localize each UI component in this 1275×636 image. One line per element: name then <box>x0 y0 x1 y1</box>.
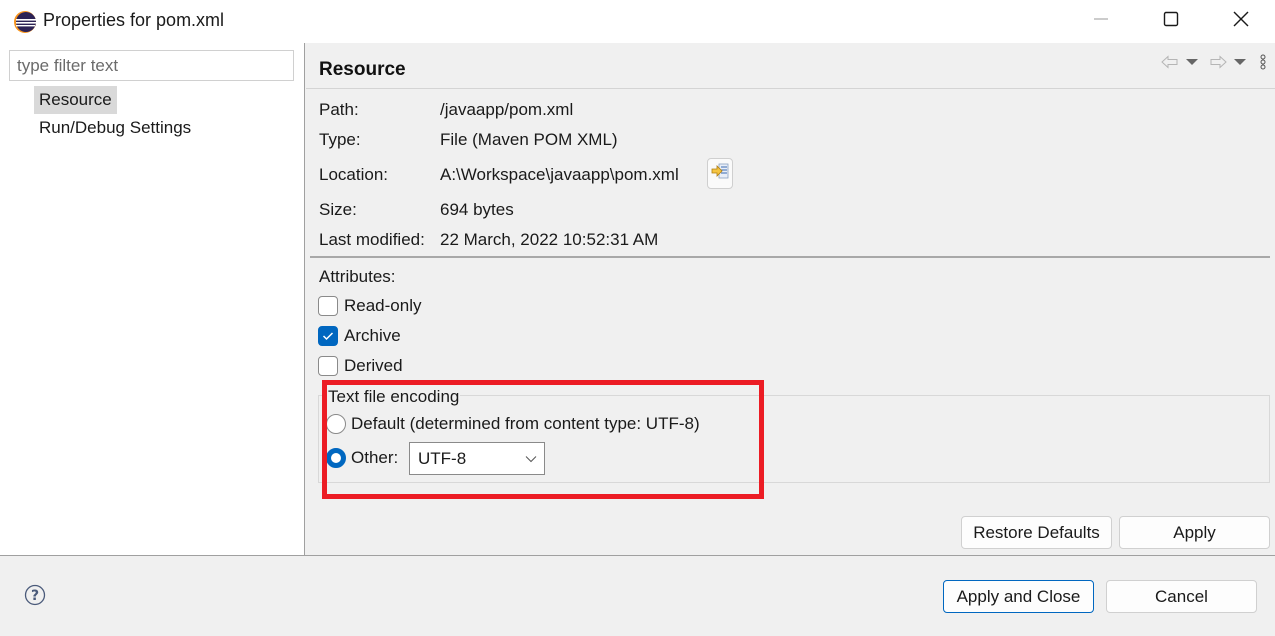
size-value: 694 bytes <box>440 200 514 219</box>
back-arrow-icon[interactable] <box>1161 55 1179 69</box>
restore-defaults-button[interactable]: Restore Defaults <box>961 516 1112 549</box>
attributes-label: Attributes: <box>319 267 396 286</box>
info-separator <box>310 256 1270 258</box>
default-encoding-radio-row[interactable]: Default (determined from content type: U… <box>326 414 700 434</box>
page-navigation-toolbar <box>1161 51 1267 73</box>
archive-checkbox-row[interactable]: Archive <box>318 324 401 348</box>
path-value: /javaapp/pom.xml <box>440 100 574 119</box>
help-icon[interactable]: ? <box>24 584 46 606</box>
archive-label: Archive <box>344 326 401 345</box>
back-dropdown-icon[interactable] <box>1185 57 1199 67</box>
other-encoding-label: Other: <box>351 448 399 467</box>
apply-button[interactable]: Apply <box>1119 516 1270 549</box>
encoding-select[interactable]: UTF-8 <box>409 442 545 475</box>
read-only-checkbox-row[interactable]: Read-only <box>318 294 422 318</box>
minimize-button[interactable] <box>1066 0 1136 43</box>
title-bar: Properties for pom.xml <box>0 0 1275 43</box>
last-modified-value: 22 March, 2022 10:52:31 AM <box>440 230 659 249</box>
read-only-checkbox[interactable] <box>318 296 338 316</box>
show-in-system-explorer-button[interactable] <box>707 158 733 189</box>
type-value: File (Maven POM XML) <box>440 130 618 149</box>
default-encoding-radio[interactable] <box>326 414 346 434</box>
derived-label: Derived <box>344 356 403 375</box>
forward-dropdown-icon[interactable] <box>1233 57 1247 67</box>
header-separator <box>306 88 1275 89</box>
archive-checkbox[interactable] <box>318 326 338 346</box>
checkmark-icon <box>322 332 334 341</box>
read-only-label: Read-only <box>344 296 422 315</box>
derived-checkbox[interactable] <box>318 356 338 376</box>
svg-text:?: ? <box>31 588 39 604</box>
tree-item-run-debug-settings[interactable]: Run/Debug Settings <box>34 114 196 142</box>
property-page: Resource Path: /javaapp/pom.xml Type: Fi… <box>306 43 1275 555</box>
page-title: Resource <box>319 59 406 80</box>
other-encoding-radio-row[interactable]: Other: <box>326 448 398 468</box>
path-label: Path: <box>319 100 359 119</box>
apply-and-close-button[interactable]: Apply and Close <box>943 580 1094 613</box>
maximize-icon <box>1163 11 1179 32</box>
minimize-icon <box>1093 11 1109 32</box>
more-vertical-icon[interactable] <box>1259 54 1267 70</box>
location-label: Location: <box>319 165 388 184</box>
encoding-select-value: UTF-8 <box>418 448 467 468</box>
close-button[interactable] <box>1206 0 1275 43</box>
text-file-encoding-legend: Text file encoding <box>327 387 461 407</box>
tree-item-resource[interactable]: Resource <box>34 86 117 114</box>
chevron-down-icon[interactable] <box>518 443 544 474</box>
type-label: Type: <box>319 130 361 149</box>
open-in-explorer-icon <box>711 163 729 184</box>
size-label: Size: <box>319 200 357 219</box>
eclipse-icon <box>13 10 37 34</box>
preference-tree-pane: Resource Run/Debug Settings <box>0 43 305 555</box>
close-icon <box>1233 11 1249 32</box>
other-encoding-radio[interactable] <box>326 448 346 468</box>
location-value: A:\Workspace\javaapp\pom.xml <box>440 165 679 184</box>
derived-checkbox-row[interactable]: Derived <box>318 354 403 378</box>
maximize-button[interactable] <box>1136 0 1206 43</box>
cancel-button[interactable]: Cancel <box>1106 580 1257 613</box>
forward-arrow-icon[interactable] <box>1209 55 1227 69</box>
window-title: Properties for pom.xml <box>43 10 225 30</box>
last-modified-label: Last modified: <box>319 230 425 249</box>
filter-input[interactable] <box>9 50 294 81</box>
default-encoding-label: Default (determined from content type: U… <box>351 414 700 433</box>
